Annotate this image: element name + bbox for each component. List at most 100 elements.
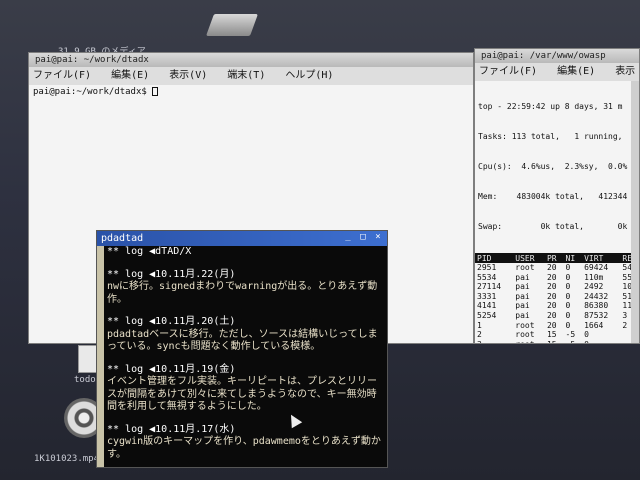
process-row: 3root15-50 [475, 340, 639, 343]
process-cell: 20 [546, 310, 557, 320]
process-cell: pai [515, 310, 530, 320]
process-cell: 3331 [477, 291, 497, 301]
process-cell: 87532 [584, 310, 609, 320]
scrollbar[interactable] [631, 81, 639, 343]
log-entry-body: イベント管理をフル実装。キーリピートは、プレスとリリースが間隔をあけて別々に来て… [107, 376, 377, 412]
desktop: 31.9 GB のメディア todo. 1K101023.mp4 pai@pai… [0, 0, 640, 480]
log-entry-heading: ** log ◀10.11月.19(金) [107, 363, 236, 375]
terminal2-menubar: ファイル(F) 編集(E) 表示 [475, 63, 639, 81]
process-cell: 1664 [584, 320, 604, 330]
terminal-content[interactable]: pai@pai:~/work/dtadx$ [29, 85, 473, 99]
process-cell: 5254 [477, 310, 497, 320]
process-cell: 0 [565, 291, 571, 301]
top-line: top - 22:59:42 up 8 days, 31 m [478, 102, 623, 111]
log-entry-heading: ** log ◀10.11月.20(土) [107, 316, 236, 327]
top-line: Swap: 0k total, 0k [478, 222, 628, 231]
pdadtad-titlebar[interactable]: pdadtad _ □ × [97, 231, 387, 246]
process-cell: -5 [565, 330, 576, 340]
process-row: 2951 root 20 0 69424 54 [475, 263, 639, 273]
process-cell: pai [515, 282, 530, 292]
process-cell: 0 [584, 330, 589, 340]
process-cell: 86380 [584, 301, 609, 311]
log-entry-body: cygwin版のキーマップを作り、pdawmemoをとりあえず動かす。 [107, 436, 381, 460]
process-cell: root [513, 340, 545, 343]
log-entry-heading: ** log ◀10.11月.17(水) [107, 423, 236, 435]
process-table: PID USER PR NI VIRT RE 2951 root 20 0 69424 5… [475, 253, 639, 343]
process-cell: 20 [546, 301, 557, 311]
process-cell: 0 [565, 282, 571, 292]
menu2-file[interactable]: ファイル(F) [479, 66, 537, 77]
top-summary: top - 22:59:42 up 8 days, 31 m Tasks: 11… [475, 81, 639, 253]
terminal-title[interactable]: pai@pai: ~/work/dtadx [29, 53, 473, 67]
process-cell: 2492 [584, 282, 604, 292]
col-pid: PID [475, 253, 514, 263]
menu2-view[interactable]: 表示 [615, 66, 635, 77]
process-cell: 0 [565, 310, 571, 320]
process-cell: pai [515, 301, 530, 311]
process-cell: root [515, 263, 535, 272]
menu-help[interactable]: ヘルプ(H) [285, 70, 333, 81]
process-cell: 20 [546, 263, 557, 272]
process-cell: 24432 [584, 291, 609, 301]
process-cell: 20 [546, 272, 557, 282]
process-header-row: PID USER PR NI VIRT RE [475, 253, 639, 263]
process-cell: -5 [564, 340, 583, 343]
process-cell: pai [515, 291, 530, 301]
process-cell: 1 [477, 320, 482, 330]
close-icon[interactable]: × [373, 232, 383, 243]
process-cell: 27114 [477, 282, 502, 292]
pdadtad-window[interactable]: pdadtad _ □ × ** log ◀dTAD/X ** log ◀10.… [96, 230, 388, 468]
process-cell: 110m [584, 272, 604, 282]
process-cell: 4141 [477, 301, 497, 311]
minimize-icon[interactable]: _ [343, 232, 353, 243]
log-entry-heading: ** log ◀10.11月.22(月) [107, 268, 236, 280]
drive-icon[interactable] [205, 14, 259, 36]
process-cell: 0 [565, 263, 571, 272]
log-spacer [107, 414, 383, 424]
process-row: 5534 pai 20 0 110m 55 [475, 273, 639, 283]
col-user: USER [513, 253, 545, 263]
process-cell: 20 [546, 282, 557, 292]
process-row: 5254 pai 20 0 87532 3 [475, 311, 639, 321]
pdadtad-title: pdadtad [101, 233, 144, 244]
process-row: 3331 pai 20 0 24432 51 [475, 292, 639, 302]
terminal2-title[interactable]: pai@pai: /var/www/owasp [475, 49, 639, 63]
pdadtad-sidebar[interactable] [97, 246, 104, 467]
log-entry-body: pdadtadベースに移行。ただし、ソースは結構いじってしまっている。syncも… [107, 328, 378, 353]
top-line: Tasks: 113 total, 1 running, [478, 132, 623, 141]
top-line: Mem: 483004k total, 412344 [478, 192, 628, 201]
log-spacer [107, 259, 383, 269]
menu-view[interactable]: 表示(V) [169, 70, 207, 81]
process-cell: 2 [477, 330, 482, 340]
process-cell: 20 [546, 291, 557, 301]
terminal-window-top[interactable]: pai@pai: /var/www/owasp ファイル(F) 編集(E) 表示… [474, 48, 640, 344]
top-line: Cpu(s): 4.6%us, 2.3%sy, 0.0% [478, 162, 628, 171]
window-buttons: _ □ × [343, 232, 383, 243]
process-cell: root [515, 330, 535, 340]
process-cell: 2951 [477, 263, 497, 272]
maximize-icon[interactable]: □ [358, 232, 368, 243]
process-cell: 0 [565, 320, 571, 330]
pdadtad-log[interactable]: ** log ◀dTAD/X ** log ◀10.11月.22(月) nwに移行… [107, 246, 383, 467]
process-cell: 15 [545, 340, 564, 343]
log-entry-body: nwに移行。signedまわりでwarningが出る。とりあえず動作。 [107, 281, 378, 305]
menu-file[interactable]: ファイル(F) [33, 70, 91, 81]
process-cell: 5534 [477, 272, 497, 282]
menu2-edit[interactable]: 編集(E) [557, 66, 595, 77]
log-spacer [107, 354, 383, 364]
shell-prompt: pai@pai:~/work/dtadx$ [33, 87, 147, 97]
col-virt: VIRT [582, 253, 621, 263]
process-cell: 0 [565, 301, 571, 311]
process-row: 4141 pai 20 0 86380 11 [475, 301, 639, 311]
process-row: 1 root 20 0 1664 2 [475, 321, 639, 331]
log-heading: ** log ◀dTAD/X [107, 246, 192, 257]
process-cell: 69424 [584, 263, 609, 272]
process-row: 27114 pai 20 0 2492 10 [475, 282, 639, 292]
menu-edit[interactable]: 編集(E) [111, 70, 149, 81]
process-cell: pai [515, 272, 530, 282]
process-rows: 2951 root 20 0 69424 54 5534 pai 20 0 110m 55 27114 p… [475, 263, 639, 343]
col-ni: NI [563, 253, 583, 263]
process-cell: 0 [565, 272, 571, 282]
mp4-label: 1K101023.mp4 [34, 454, 100, 464]
menu-terminal[interactable]: 端末(T) [227, 70, 265, 81]
